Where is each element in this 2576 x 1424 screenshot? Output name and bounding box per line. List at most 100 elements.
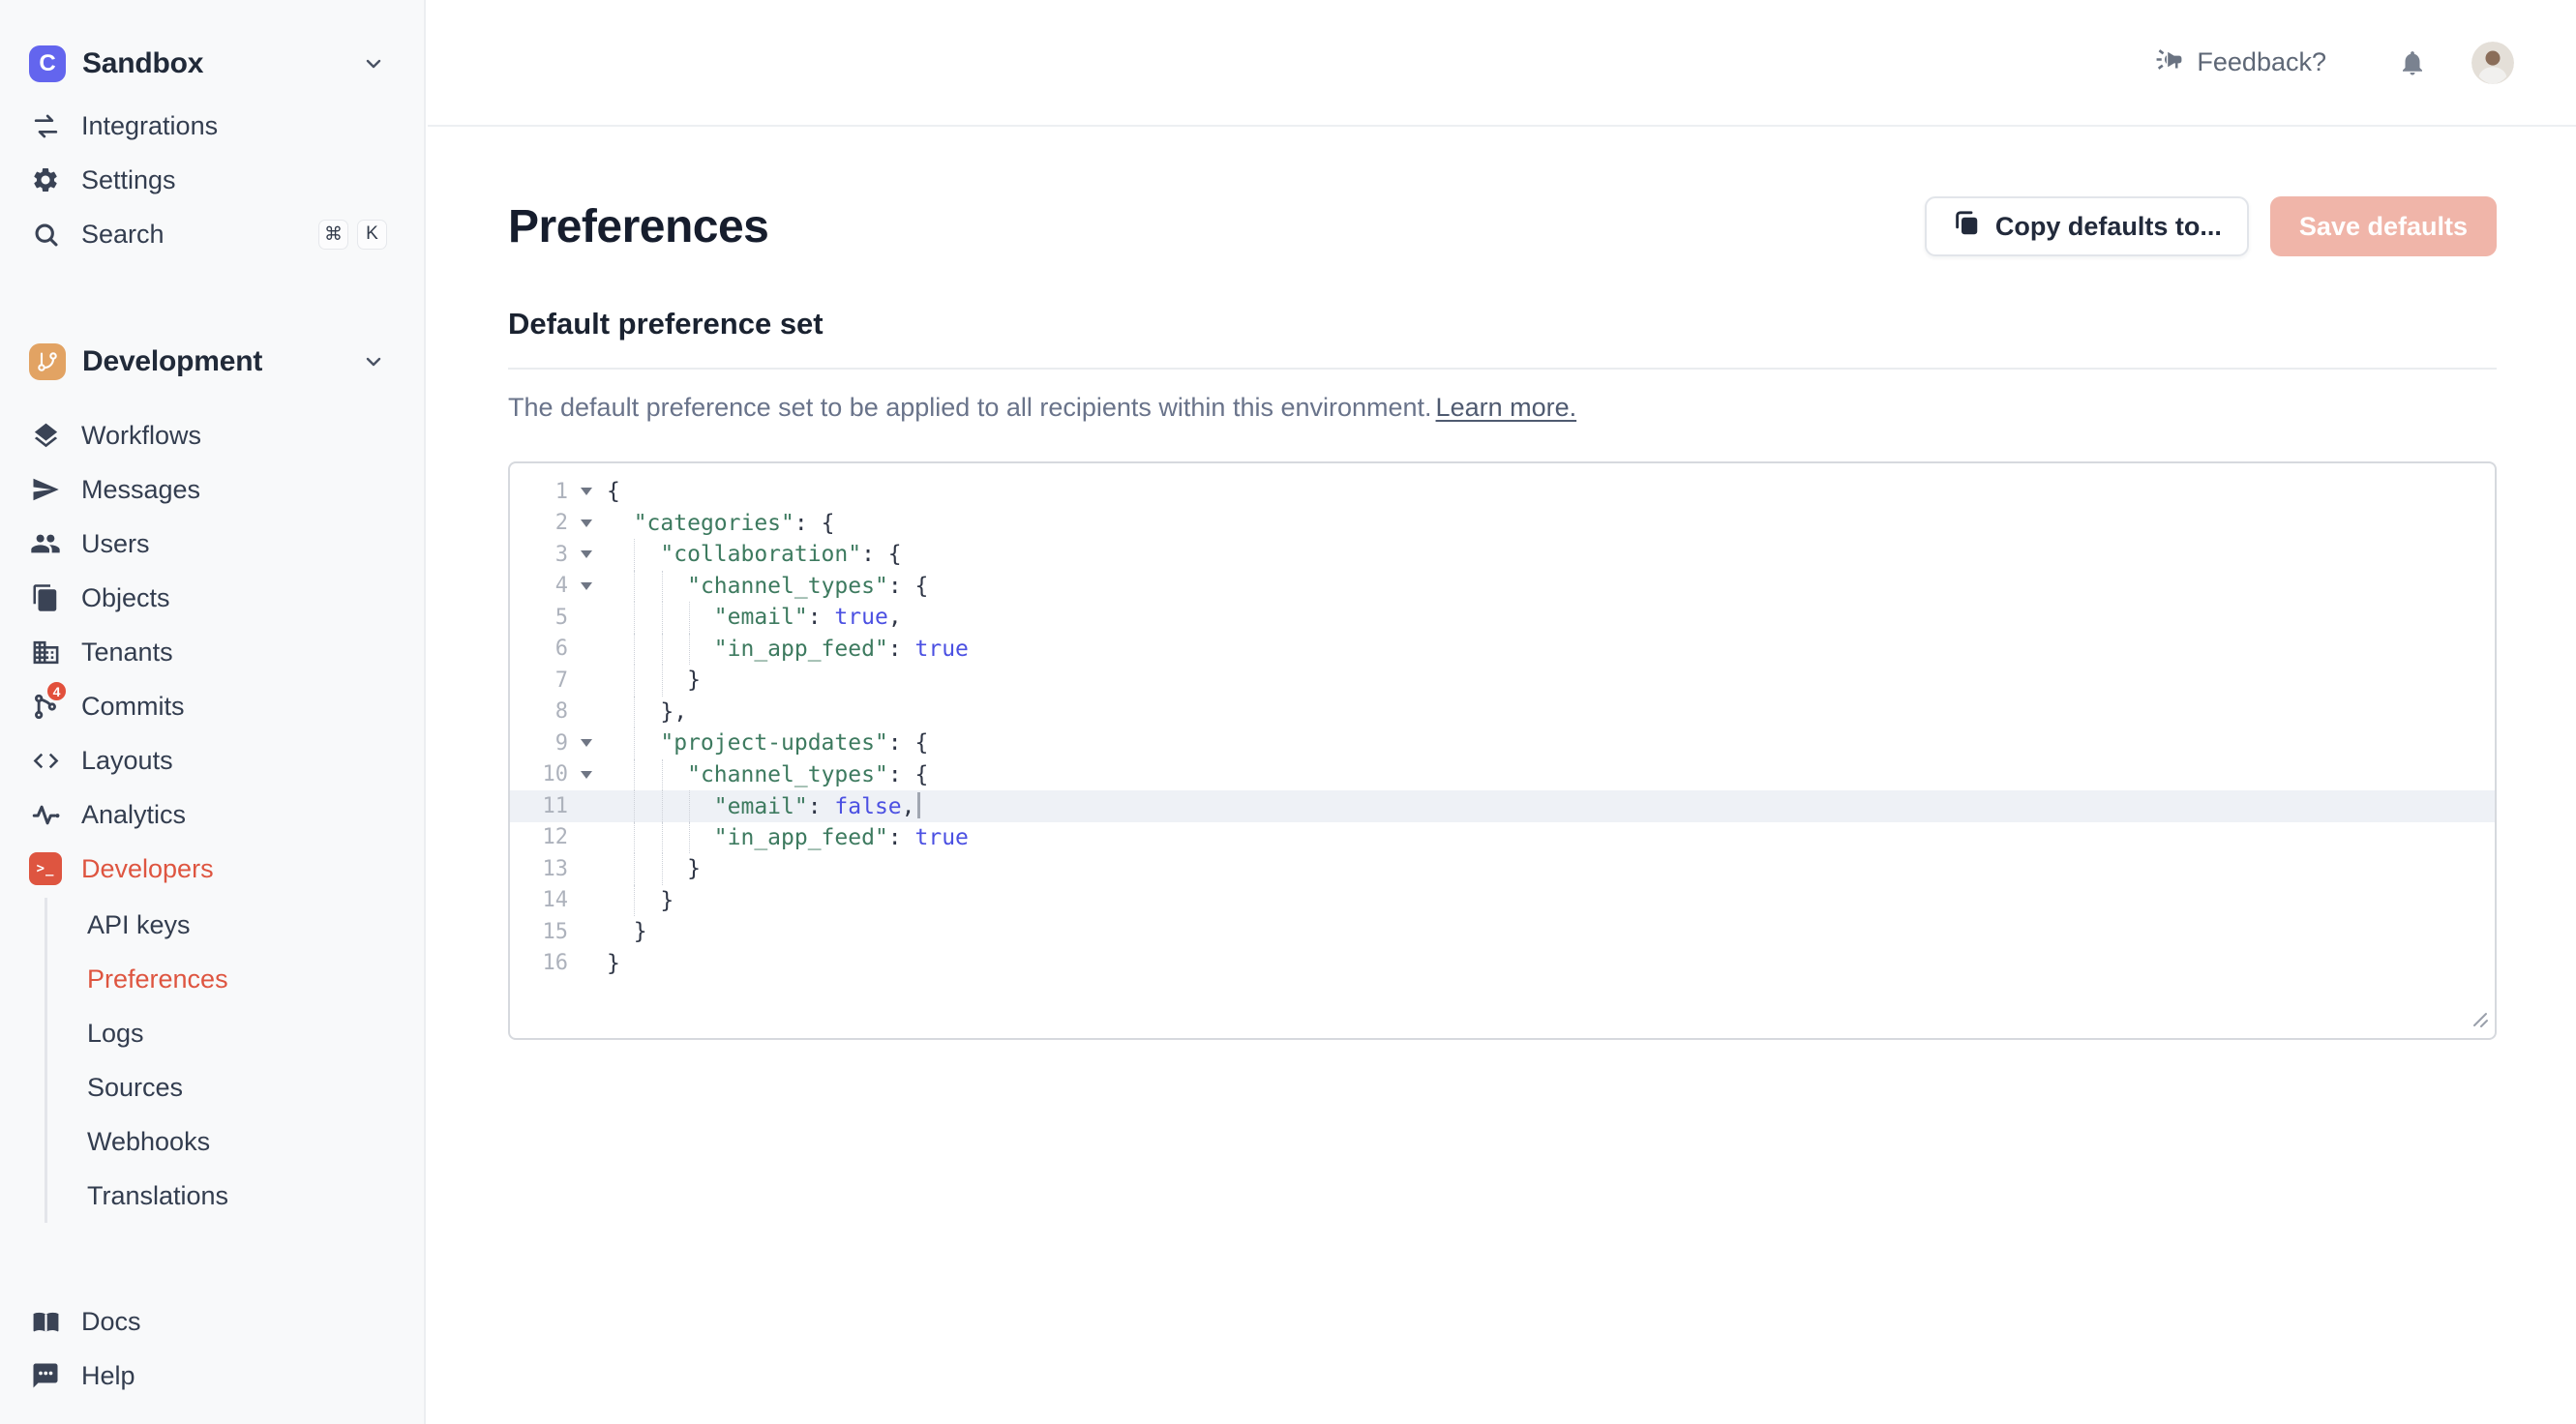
sidebar-subitem-logs[interactable]: Logs [47,1006,424,1060]
feedback-button[interactable]: Feedback? [2154,44,2326,81]
avatar[interactable] [2471,42,2514,84]
fold-toggle-icon[interactable] [568,539,607,571]
users-icon [29,527,62,560]
sidebar-item-integrations[interactable]: Integrations [0,99,424,153]
sidebar-item-label: Settings [81,165,176,195]
fold-spacer [568,916,607,948]
sidebar-item-analytics[interactable]: Analytics [0,787,424,842]
help-icon [29,1359,62,1392]
sidebar-item-commits[interactable]: 4Commits [0,679,424,733]
code-text: "email": false, [607,792,920,819]
json-editor[interactable]: 1{2 "categories": {3 "collaboration": {4… [508,461,2497,1040]
objects-icon [29,581,62,614]
indent-guide [662,790,663,822]
sidebar-item-users[interactable]: Users [0,517,424,571]
resize-handle-icon[interactable] [2471,1010,2490,1033]
indent-guide [634,759,635,791]
sidebar: C Sandbox Integrations Settings Search⌘K D… [0,0,426,1424]
code-text: } [607,919,647,944]
indent-guide [662,602,663,634]
line-number: 12 [510,825,568,849]
editor-line-1: 1{ [510,476,2495,508]
editor-line-6: 6 "in_app_feed": true [510,634,2495,666]
sidebar-item-label: Analytics [81,800,186,830]
copy-defaults-button[interactable]: Copy defaults to... [1925,196,2249,256]
fold-spacer [568,665,607,697]
sidebar-item-label: Objects [81,583,170,613]
indent-guide [662,853,663,885]
indent-guide [634,727,635,759]
indent-guide [662,665,663,697]
code-text: }, [607,699,687,725]
fold-toggle-icon[interactable] [568,571,607,603]
code-text: "email": true, [607,605,902,630]
editor-line-7: 7 } [510,665,2495,697]
fold-toggle-icon[interactable] [568,759,607,791]
indent-guide [634,539,635,571]
sidebar-item-label: Help [81,1361,135,1391]
text-cursor [917,792,920,818]
indent-guide [689,634,690,666]
feedback-label: Feedback? [2197,47,2326,77]
sidebar-top-nav: Integrations Settings Search⌘K [0,99,424,261]
indent-guide [662,822,663,854]
workspace-name: Sandbox [82,47,203,80]
sidebar-item-layouts[interactable]: Layouts [0,733,424,787]
notifications-bell-icon[interactable] [2398,48,2427,77]
messages-icon [29,473,62,506]
line-number: 14 [510,888,568,912]
line-number: 1 [510,480,568,504]
keycap: ⌘ [318,220,348,250]
sidebar-item-developers[interactable]: >_Developers [0,842,424,896]
sidebar-subitem-api-keys[interactable]: API keys [47,898,424,952]
sidebar-subitem-sources[interactable]: Sources [47,1060,424,1114]
fold-toggle-icon[interactable] [568,508,607,540]
topbar: Feedback? [428,0,2576,127]
sidebar-subitem-preferences[interactable]: Preferences [47,952,424,1006]
sidebar-item-workflows[interactable]: Workflows [0,408,424,462]
sidebar-item-docs[interactable]: Docs [0,1294,424,1349]
developers-subnav: API keysPreferencesLogsSourcesWebhooksTr… [45,898,424,1223]
sidebar-item-tenants[interactable]: Tenants [0,625,424,679]
editor-line-5: 5 "email": true, [510,602,2495,634]
sidebar-subitem-webhooks[interactable]: Webhooks [47,1114,424,1169]
indent-guide [662,634,663,666]
sidebar-item-search[interactable]: Search⌘K [0,207,424,261]
editor-line-4: 4 "channel_types": { [510,571,2495,603]
search-shortcut: ⌘K [318,220,387,250]
chevron-down-icon [362,52,385,75]
editor-line-10: 10 "channel_types": { [510,759,2495,791]
sidebar-item-messages[interactable]: Messages [0,462,424,517]
sidebar-subitem-translations[interactable]: Translations [47,1169,424,1223]
line-number: 4 [510,574,568,598]
sidebar-item-objects[interactable]: Objects [0,571,424,625]
line-number: 6 [510,637,568,661]
fold-spacer [568,602,607,634]
fold-toggle-icon[interactable] [568,727,607,759]
sidebar-item-settings[interactable]: Settings [0,153,424,207]
settings-icon [29,163,62,196]
line-number: 5 [510,606,568,630]
fold-toggle-icon[interactable] [568,476,607,508]
integrations-icon [29,109,62,142]
sidebar-item-label: Docs [81,1307,141,1337]
code-text: "collaboration": { [607,542,902,567]
sidebar-item-help[interactable]: Help [0,1349,424,1403]
sidebar-item-label: Tenants [81,638,173,668]
sidebar-item-label: Users [81,529,150,559]
sidebar-item-label: Layouts [81,746,173,776]
commits-icon: 4 [29,690,62,723]
code-text: "channel_types": { [607,574,928,599]
code-text: "project-updates": { [607,730,928,756]
fold-spacer [568,697,607,728]
git-branch-icon [29,343,66,380]
analytics-icon [29,798,62,831]
environment-switcher[interactable]: Development [29,341,385,383]
fold-spacer [568,822,607,854]
learn-more-link[interactable]: Learn more. [1436,393,1577,422]
line-number: 8 [510,699,568,724]
workspace-switcher[interactable]: C Sandbox [29,43,385,85]
save-defaults-button[interactable]: Save defaults [2270,196,2497,256]
indent-guide [634,790,635,822]
indent-guide [634,697,635,728]
